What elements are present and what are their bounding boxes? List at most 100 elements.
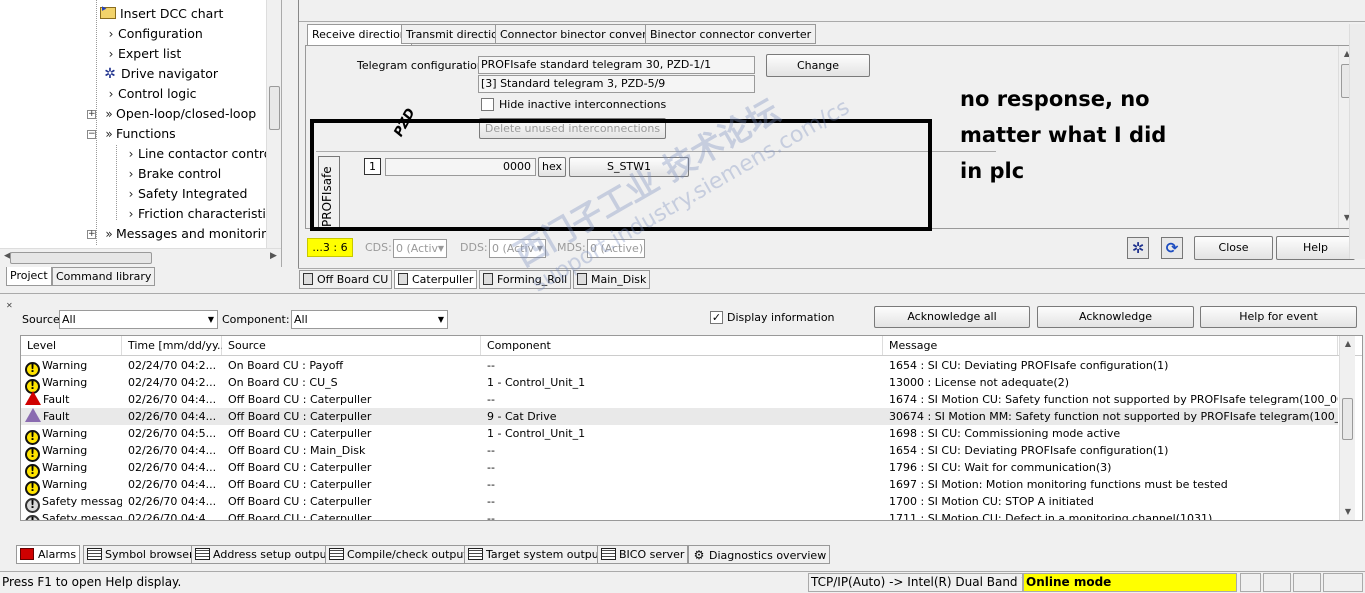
annotation-text: no response, no matter what I did in plc [960, 87, 1167, 183]
drive-icon [483, 273, 493, 285]
expand-icon[interactable]: + [87, 110, 96, 119]
scroll-down-icon[interactable]: ▼ [1340, 504, 1356, 520]
scrollbar-thumb[interactable] [269, 86, 280, 130]
tab-receive-direction[interactable]: Receive direction [307, 24, 412, 46]
table-row[interactable]: ! Warning 02/26/70 04:4... Off Board CU : M… [21, 442, 1338, 462]
dds-select[interactable]: 0 (Activ ▼ [489, 239, 546, 258]
project-tree[interactable]: ▸ Insert DCC chart › Configuration › Expert… [0, 0, 282, 267]
alarm-time-cell: 02/26/70 04:4... [128, 495, 217, 508]
tab-forming-roll[interactable]: Forming_Roll [479, 270, 572, 289]
column-header-time[interactable]: Time [mm/dd/yy... [122, 336, 227, 355]
refresh-icon[interactable]: ⟳ [1161, 237, 1183, 259]
table-row[interactable]: !Safety message02/26/70 04:4...Off Board… [21, 510, 1338, 520]
alarm-table-header: Level Time [mm/dd/yy... Source Component… [21, 336, 1362, 356]
tab-main-disk[interactable]: Main_Disk [573, 270, 651, 289]
column-header-level[interactable]: Level [21, 336, 122, 355]
tree-item-functions[interactable]: » Functions [102, 124, 175, 144]
table-row[interactable]: ! Warning 02/26/70 04:4... Off Board CU : C… [21, 476, 1338, 496]
workspace-tab-strip: Off Board CU Caterpuller Forming_Roll Ma… [298, 268, 1365, 290]
tab-target-system-output[interactable]: Target system output [464, 545, 608, 564]
telegram-config-label: Telegram configuration: [357, 59, 488, 72]
alarm-vertical-scrollbar[interactable]: ▲ ▼ [1339, 336, 1356, 520]
tab-address-setup-output[interactable]: Address setup output [191, 545, 335, 564]
chevron-right-icon: › [108, 87, 114, 101]
tree-item-control-logic[interactable]: › Control logic [104, 84, 197, 104]
change-button[interactable]: Change [766, 54, 870, 77]
help-for-event-button[interactable]: Help for event [1200, 306, 1357, 328]
tab-symbol-browser[interactable]: Symbol browser [83, 545, 198, 564]
tab-off-board-cu[interactable]: Off Board CU [299, 270, 393, 289]
dropdown-arrow-icon: ▼ [437, 244, 444, 253]
table-row[interactable]: ! Warning 02/24/70 04:2... On Board CU : Pa… [21, 357, 1338, 377]
alarm-message-cell: 1796 : SI CU: Wait for communication(3) [889, 461, 1112, 474]
component-select[interactable]: All ▼ [291, 310, 448, 329]
tree-item-brake-control[interactable]: › Brake control [124, 164, 222, 184]
alarm-source-cell: Off Board CU : Caterpuller [228, 393, 372, 406]
help-button[interactable]: Help [1276, 236, 1355, 260]
tree-item-expert-list[interactable]: › Expert list [104, 44, 182, 64]
column-header-component[interactable]: Component [481, 336, 883, 355]
table-row[interactable]: ! Warning 02/26/70 04:5... Off Board CU : C… [21, 425, 1338, 445]
tree-item-drive-navigator[interactable]: ✲ Drive navigator [102, 64, 218, 84]
scroll-right-icon[interactable]: ▶ [270, 251, 277, 261]
navigator-icon[interactable]: ✲ [1127, 237, 1149, 259]
table-row[interactable]: ! Warning 02/24/70 04:2... On Board CU : CU… [21, 374, 1338, 394]
tree-item-friction-characteristic[interactable]: › Friction characteristic [124, 204, 273, 224]
status-bar: Press F1 to open Help display. TCP/IP(Au… [0, 571, 1365, 593]
alarm-source-cell: Off Board CU : Caterpuller [228, 427, 372, 440]
table-row[interactable]: ! Warning 02/26/70 04:4... Off Board CU : C… [21, 459, 1338, 479]
display-information-checkbox[interactable]: ✓ [710, 311, 723, 324]
mds-field: 0 (Active) [587, 239, 645, 258]
tree-item-line-contactor-control[interactable]: › Line contactor control [124, 144, 275, 164]
status-highlight: ...3 : 6 [307, 238, 353, 257]
cds-select[interactable]: 0 (Activ ▼ [393, 239, 447, 258]
tab-diagnostics-overview[interactable]: ⚙ Diagnostics overview [688, 545, 831, 564]
expand-icon[interactable]: + [87, 230, 96, 239]
tab-compile-check-output[interactable]: Compile/check output [325, 545, 472, 564]
status-cell [1240, 573, 1261, 592]
tree-item-configuration[interactable]: › Configuration [104, 24, 203, 44]
tab-bico-server[interactable]: BICO server [597, 545, 689, 564]
source-select[interactable]: All ▼ [59, 310, 218, 329]
dialog-window: Receive direction Transmit direction Con… [298, 0, 1365, 268]
navigator-icon: ✲ [104, 66, 116, 82]
alarm-bell-icon [20, 548, 34, 560]
tree-item-open-loop-closed-loop[interactable]: » Open-loop/closed-loop [102, 104, 256, 124]
tab-caterpuller[interactable]: Caterpuller [394, 270, 478, 289]
tab-connector-binector-converter[interactable]: Connector binector converter [495, 24, 668, 44]
alarm-time-cell: 02/26/70 04:5... [128, 427, 217, 440]
tree-item-messages-and-monitoring[interactable]: » Messages and monitoring [102, 224, 277, 244]
close-panel-icon[interactable]: ✕ [6, 302, 13, 310]
device-icon [303, 273, 313, 285]
acknowledge-all-button[interactable]: Acknowledge all [874, 306, 1030, 328]
splitter[interactable] [286, 0, 296, 290]
tree-item-safety-integrated[interactable]: › Safety Integrated [124, 184, 248, 204]
tree-vertical-scrollbar[interactable] [266, 0, 281, 248]
dds-label: DDS: [460, 241, 488, 254]
tree-horizontal-scrollbar[interactable]: ◀ ▶ [0, 248, 281, 267]
scrollbar-thumb[interactable] [10, 252, 152, 264]
table-row[interactable]: !Safety message02/26/70 04:4...Off Board… [21, 493, 1338, 513]
tab-transmit-direction[interactable]: Transmit direction [401, 24, 510, 44]
tree-tab-strip: Project Command library [0, 267, 296, 289]
scroll-up-icon[interactable]: ▲ [1340, 336, 1356, 352]
alarm-table[interactable]: Level Time [mm/dd/yy... Source Component… [20, 335, 1363, 521]
mds-label: MDS: [557, 241, 586, 254]
hide-inactive-label: Hide inactive interconnections [499, 98, 667, 111]
collapse-icon[interactable]: − [87, 130, 96, 139]
acknowledge-button[interactable]: Acknowledge [1037, 306, 1194, 328]
close-button[interactable]: Close [1194, 236, 1273, 260]
scrollbar-thumb[interactable] [1342, 398, 1353, 440]
column-header-source[interactable]: Source [222, 336, 481, 355]
hide-inactive-checkbox[interactable] [481, 98, 494, 111]
tab-alarms[interactable]: Alarms [16, 545, 81, 564]
window-vertical-scrollbar[interactable] [1349, 24, 1365, 259]
tab-command-library[interactable]: Command library [52, 267, 156, 286]
tree-item-insert-dcc-chart[interactable]: ▸ Insert DCC chart [100, 4, 223, 24]
table-row[interactable]: Fault 02/26/70 04:4... Off Board CU : Cate… [21, 408, 1338, 425]
column-header-message[interactable]: Message [883, 336, 1338, 355]
display-information-label: Display information [727, 311, 835, 324]
table-row[interactable]: Fault 02/26/70 04:4... Off Board CU : Cate… [21, 391, 1338, 408]
tab-project[interactable]: Project [6, 267, 52, 286]
tab-binector-connector-converter[interactable]: Binector connector converter [645, 24, 817, 44]
